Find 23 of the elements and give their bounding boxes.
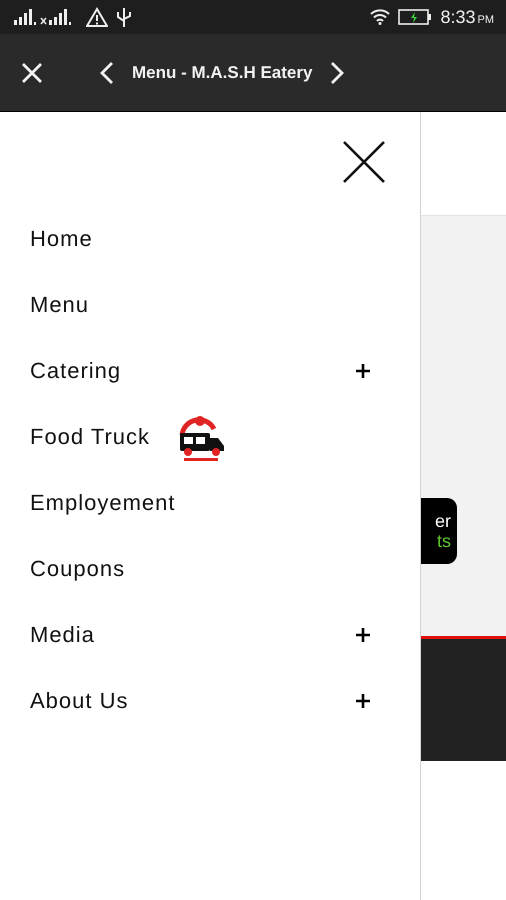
wifi-icon <box>370 9 390 25</box>
status-time: 8:33 <box>440 6 476 26</box>
close-button[interactable] <box>20 60 44 84</box>
delivery-badge[interactable]: er ts <box>421 498 457 564</box>
usb-icon <box>116 6 132 28</box>
menu-item[interactable]: Food Truck <box>30 424 150 450</box>
menu-item[interactable]: Employement <box>30 490 176 516</box>
plus-icon[interactable] <box>356 364 370 378</box>
menu-item[interactable]: About Us <box>30 688 128 714</box>
back-button[interactable] <box>100 60 114 84</box>
page-title: Menu - M.A.S.H Eatery <box>132 62 312 82</box>
menu-item[interactable]: Menu <box>30 292 90 318</box>
battery-icon <box>398 9 432 25</box>
menu-item[interactable]: Catering <box>30 358 122 384</box>
menu-item[interactable]: Home <box>30 226 93 252</box>
forward-button[interactable] <box>330 60 344 84</box>
menu-item[interactable]: Coupons <box>30 556 126 582</box>
status-period: PM <box>478 14 494 26</box>
plus-icon[interactable] <box>356 628 370 642</box>
warning-icon <box>86 7 108 27</box>
close-menu-button[interactable] <box>342 140 386 184</box>
plus-icon[interactable] <box>356 694 370 708</box>
menu-item[interactable]: Media <box>30 622 95 648</box>
